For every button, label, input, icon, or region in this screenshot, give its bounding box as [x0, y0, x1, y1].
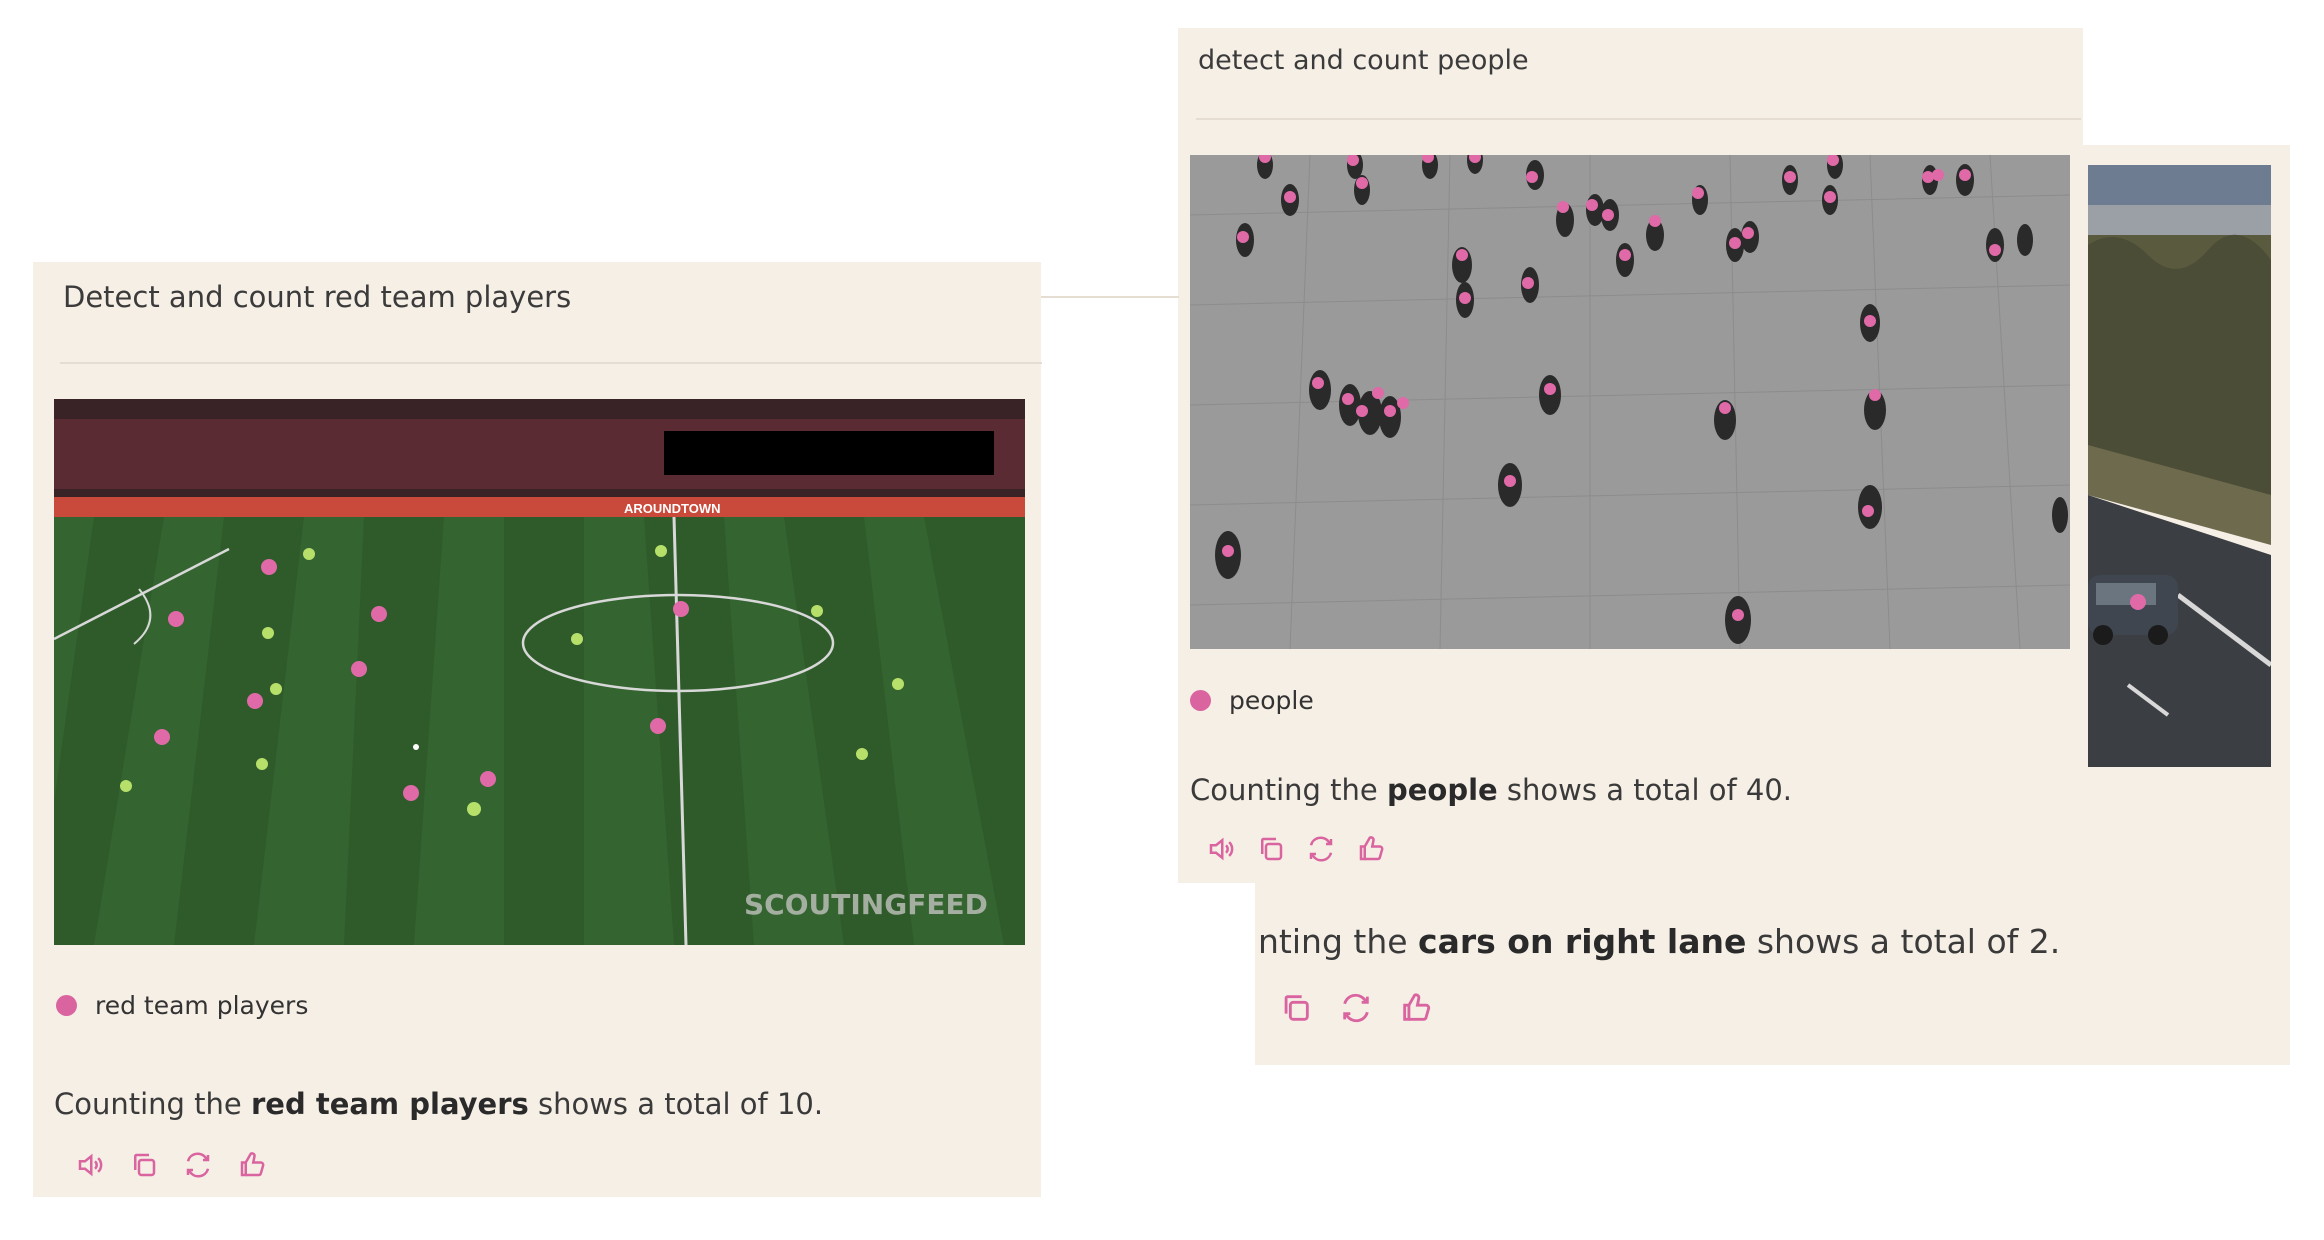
people-prompt-divider: [1196, 118, 2081, 120]
copy-icon: [134, 1153, 156, 1177]
regenerate-button[interactable]: [1338, 990, 1374, 1026]
refresh-icon: [1309, 836, 1333, 862]
thumbs-up-icon: [1359, 836, 1384, 861]
regenerate-button[interactable]: [180, 1147, 216, 1183]
people-count-answer: Counting the people shows a total of 40.: [1190, 773, 1793, 807]
thumbs-up-button[interactable]: [1353, 831, 1389, 867]
refresh-icon: [1343, 993, 1369, 1023]
copy-button[interactable]: [1253, 831, 1289, 867]
regenerate-button[interactable]: [1303, 831, 1339, 867]
copy-button[interactable]: [1278, 990, 1314, 1026]
red-team-answer-actions: [72, 1147, 270, 1183]
car-count-answer: nting the cars on right lane shows a tot…: [1258, 922, 2061, 961]
copy-icon: [1261, 837, 1283, 861]
thumbs-up-button[interactable]: [1398, 990, 1434, 1026]
legend-dot: [56, 995, 77, 1016]
legend-label: people: [1229, 686, 1314, 715]
thumbs-up-icon: [240, 1152, 265, 1177]
car-answer-actions: [1278, 990, 1434, 1026]
people-answer-actions: [1203, 831, 1389, 867]
read-aloud-button[interactable]: [1203, 831, 1239, 867]
people-legend: people: [1190, 686, 1314, 715]
red-team-count-answer: Counting the red team players shows a to…: [54, 1087, 824, 1121]
thumbs-up-icon: [1403, 993, 1431, 1021]
ad-board-text: AROUNDTOWN: [624, 501, 721, 516]
speaker-icon: [78, 1153, 103, 1177]
copy-icon: [1284, 995, 1309, 1021]
red-team-prompt: Detect and count red team players: [63, 280, 572, 314]
red-team-prompt-divider: [60, 362, 1042, 364]
legend-label: red team players: [95, 991, 309, 1020]
legend-dot: [1190, 690, 1211, 711]
speaker-icon: [1209, 837, 1234, 861]
people-plaza-image: [1190, 155, 2070, 649]
thumbs-up-button[interactable]: [234, 1147, 270, 1183]
watermark: SCOUTINGFEED: [744, 888, 988, 921]
people-prompt: detect and count people: [1198, 45, 1529, 76]
soccer-field-image: AROUNDTOWN SCOUTINGFEED: [54, 399, 1025, 945]
panel-top-edge-divider: [1041, 296, 1179, 298]
car-highway-image: [2088, 165, 2271, 767]
red-team-legend: red team players: [56, 991, 308, 1020]
read-aloud-button[interactable]: [72, 1147, 108, 1183]
copy-button[interactable]: [126, 1147, 162, 1183]
refresh-icon: [186, 1152, 210, 1178]
